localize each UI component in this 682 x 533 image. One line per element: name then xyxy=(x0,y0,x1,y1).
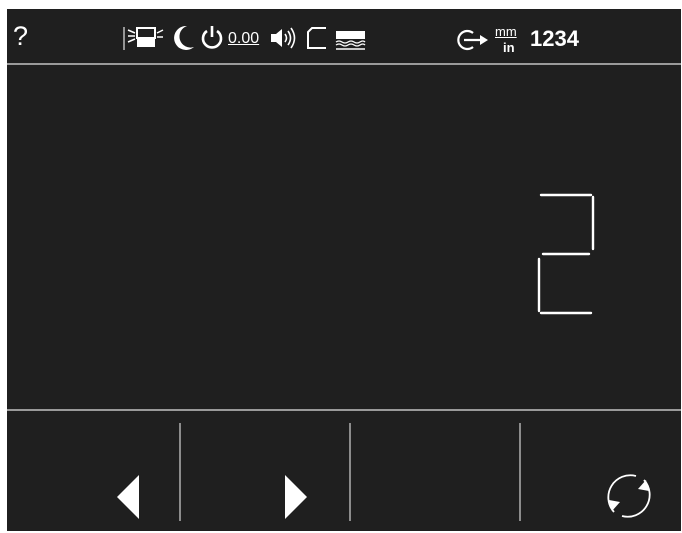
triangle-left-icon xyxy=(115,473,141,521)
power-icon[interactable] xyxy=(200,25,224,51)
backlight-icon[interactable] xyxy=(122,24,166,54)
main-display: 2 xyxy=(7,65,681,409)
moon-icon[interactable] xyxy=(172,25,196,51)
refresh-icon xyxy=(599,467,659,525)
help-button[interactable]: ? xyxy=(13,23,28,50)
code-value[interactable]: 1234 xyxy=(530,28,579,50)
refresh-button[interactable] xyxy=(521,411,681,531)
speaker-icon[interactable] xyxy=(270,27,300,49)
prev-button[interactable] xyxy=(7,411,179,531)
corner-bracket-icon[interactable] xyxy=(306,26,330,50)
units-toggle[interactable]: mm in xyxy=(494,24,526,58)
unit-mm: mm xyxy=(495,24,517,39)
device-screen: ? 0.00 mm in 1234 xyxy=(7,9,681,531)
segment-digit xyxy=(535,193,599,317)
coolant-level-icon[interactable] xyxy=(334,29,368,51)
login-arrow-icon[interactable] xyxy=(456,28,490,52)
next-button[interactable] xyxy=(181,411,349,531)
offset-value[interactable]: 0.00 xyxy=(228,31,259,47)
status-bar: ? 0.00 mm in 1234 xyxy=(7,9,681,63)
triangle-right-icon xyxy=(283,473,309,521)
unit-in: in xyxy=(503,40,515,55)
empty-button[interactable] xyxy=(351,411,519,531)
